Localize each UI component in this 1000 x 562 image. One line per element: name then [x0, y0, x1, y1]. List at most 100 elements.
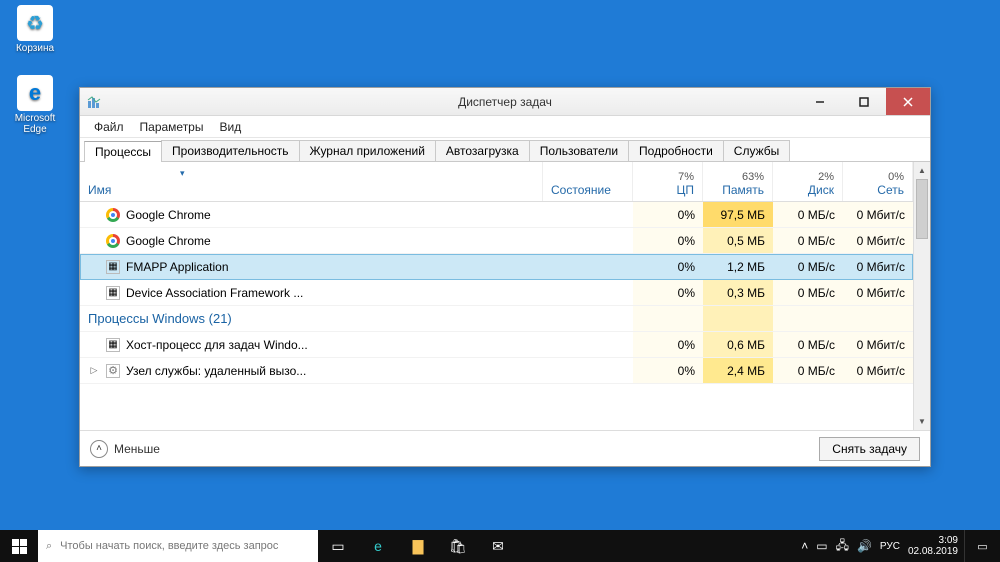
- gear-icon: [106, 364, 120, 378]
- process-memory: 0,6 МБ: [703, 332, 773, 357]
- process-network: 0 Мбит/с: [843, 358, 913, 383]
- process-disk: 0 МБ/с: [773, 202, 843, 227]
- tab-details[interactable]: Подробности: [628, 140, 724, 161]
- process-cpu: 0%: [633, 280, 703, 305]
- system-tray: ˄ ▭ 🖧 🔊 РУС 3:09 02.08.2019: [795, 535, 964, 557]
- process-network: 0 Мбит/с: [843, 202, 913, 227]
- chrome-icon: [106, 208, 120, 222]
- tab-performance[interactable]: Производительность: [161, 140, 299, 161]
- edge-icon: [17, 75, 53, 111]
- menu-options[interactable]: Параметры: [132, 118, 212, 136]
- process-memory: 2,4 МБ: [703, 358, 773, 383]
- col-cpu[interactable]: 7%ЦП: [633, 162, 703, 201]
- process-name: Google Chrome: [126, 234, 211, 248]
- menu-file[interactable]: Файл: [86, 118, 132, 136]
- process-row[interactable]: Google Chrome 0%0,5 МБ0 МБ/с0 Мбит/с: [80, 228, 913, 254]
- col-network[interactable]: 0%Сеть: [843, 162, 913, 201]
- process-cpu: 0%: [633, 254, 703, 279]
- process-memory: 97,5 МБ: [703, 202, 773, 227]
- start-button[interactable]: [0, 530, 38, 562]
- process-disk: 0 МБ/с: [773, 228, 843, 253]
- process-cpu: 0%: [633, 228, 703, 253]
- desktop-icon-label: Корзина: [5, 43, 65, 54]
- action-center-button[interactable]: ▭: [964, 530, 1000, 562]
- process-name: Хост-процесс для задач Windo...: [126, 338, 308, 352]
- taskbar-store[interactable]: 🛍: [438, 530, 478, 562]
- scroll-down-button[interactable]: ▼: [914, 413, 930, 430]
- tab-app-history[interactable]: Журнал приложений: [299, 140, 436, 161]
- process-row[interactable]: ▦ Device Association Framework ... 0%0,3 М…: [80, 280, 913, 306]
- vertical-scrollbar[interactable]: ▲ ▼: [913, 162, 930, 430]
- process-status: [543, 202, 633, 227]
- process-status: [543, 358, 633, 383]
- tab-services[interactable]: Службы: [723, 140, 790, 161]
- chevron-up-icon: ˄: [90, 440, 108, 458]
- process-status: [543, 332, 633, 357]
- taskbar-mail[interactable]: ✉: [478, 530, 518, 562]
- app-icon: [86, 94, 102, 110]
- scroll-thumb[interactable]: [916, 179, 928, 239]
- desktop-icon-edge[interactable]: Microsoft Edge: [5, 75, 65, 135]
- grid-header: ▾ Имя Состояние 7%ЦП 63%Память 2%Диск 0%…: [80, 162, 913, 202]
- process-row[interactable]: ▷Узел службы: удаленный вызо...0%2,4 МБ0…: [80, 358, 913, 384]
- process-network: 0 Мбит/с: [843, 332, 913, 357]
- taskbar-edge[interactable]: e: [358, 530, 398, 562]
- tray-chevron-icon[interactable]: ˄: [801, 539, 808, 553]
- search-placeholder: Чтобы начать поиск, введите здесь запрос: [60, 540, 278, 552]
- desktop-icon-recycle-bin[interactable]: Корзина: [5, 5, 65, 54]
- scroll-track[interactable]: [914, 179, 930, 413]
- tab-processes[interactable]: Процессы: [84, 141, 162, 162]
- col-disk[interactable]: 2%Диск: [773, 162, 843, 201]
- task-view-button[interactable]: ▭: [318, 530, 358, 562]
- tab-users[interactable]: Пользователи: [529, 140, 629, 161]
- col-status[interactable]: Состояние: [543, 162, 633, 201]
- process-name: Google Chrome: [126, 208, 211, 222]
- tray-volume-icon[interactable]: 🔊: [857, 539, 872, 553]
- process-network: 0 Мбит/с: [843, 228, 913, 253]
- search-icon: ⌕: [46, 540, 52, 553]
- menu-view[interactable]: Вид: [211, 118, 249, 136]
- close-button[interactable]: [886, 88, 930, 115]
- search-box[interactable]: ⌕ Чтобы начать поиск, введите здесь запр…: [38, 530, 318, 562]
- process-name: Device Association Framework ...: [126, 286, 303, 300]
- process-cpu: 0%: [633, 202, 703, 227]
- process-network: 0 Мбит/с: [843, 254, 913, 279]
- chrome-icon: [106, 234, 120, 248]
- app-icon: ▦: [106, 260, 120, 274]
- tray-clock[interactable]: 3:09 02.08.2019: [908, 535, 958, 557]
- maximize-button[interactable]: [842, 88, 886, 115]
- task-manager-window: Диспетчер задач Файл Параметры Вид Проце…: [79, 87, 931, 467]
- process-disk: 0 МБ/с: [773, 332, 843, 357]
- tray-language[interactable]: РУС: [880, 541, 900, 552]
- tray-battery-icon[interactable]: ▭: [816, 539, 827, 553]
- tray-network-icon[interactable]: 🖧: [836, 536, 849, 557]
- process-memory: 0,5 МБ: [703, 228, 773, 253]
- process-row[interactable]: ▦FMAPP Application0%1,2 МБ0 МБ/с0 Мбит/с: [80, 254, 913, 280]
- process-status: [543, 228, 633, 253]
- process-memory: 0,3 МБ: [703, 280, 773, 305]
- fewer-details-button[interactable]: ˄ Меньше: [90, 440, 160, 458]
- titlebar[interactable]: Диспетчер задач: [80, 88, 930, 116]
- minimize-button[interactable]: [798, 88, 842, 115]
- col-memory[interactable]: 63%Память: [703, 162, 773, 201]
- end-task-button[interactable]: Снять задачу: [819, 437, 920, 461]
- group-header-row: Процессы Windows (21): [80, 306, 913, 332]
- window-footer: ˄ Меньше Снять задачу: [80, 430, 930, 466]
- expand-icon[interactable]: ▷: [88, 365, 100, 376]
- process-row[interactable]: Google Chrome 0%97,5 МБ0 МБ/с0 Мбит/с: [80, 202, 913, 228]
- tabs: Процессы Производительность Журнал прило…: [80, 138, 930, 162]
- process-row[interactable]: ▦Хост-процесс для задач Windo...0%0,6 МБ…: [80, 332, 913, 358]
- tab-startup[interactable]: Автозагрузка: [435, 140, 530, 161]
- process-status: [543, 254, 633, 279]
- taskbar-explorer[interactable]: ▇: [398, 530, 438, 562]
- app-icon: ▦: [106, 338, 120, 352]
- process-disk: 0 МБ/с: [773, 280, 843, 305]
- app-icon: ▦: [106, 286, 120, 300]
- recycle-bin-icon: [17, 5, 53, 41]
- process-network: 0 Мбит/с: [843, 280, 913, 305]
- process-name: FMAPP Application: [126, 260, 229, 274]
- col-name[interactable]: ▾ Имя: [80, 162, 543, 201]
- scroll-up-button[interactable]: ▲: [914, 162, 930, 179]
- process-name: Узел службы: удаленный вызо...: [126, 364, 306, 378]
- menubar: Файл Параметры Вид: [80, 116, 930, 138]
